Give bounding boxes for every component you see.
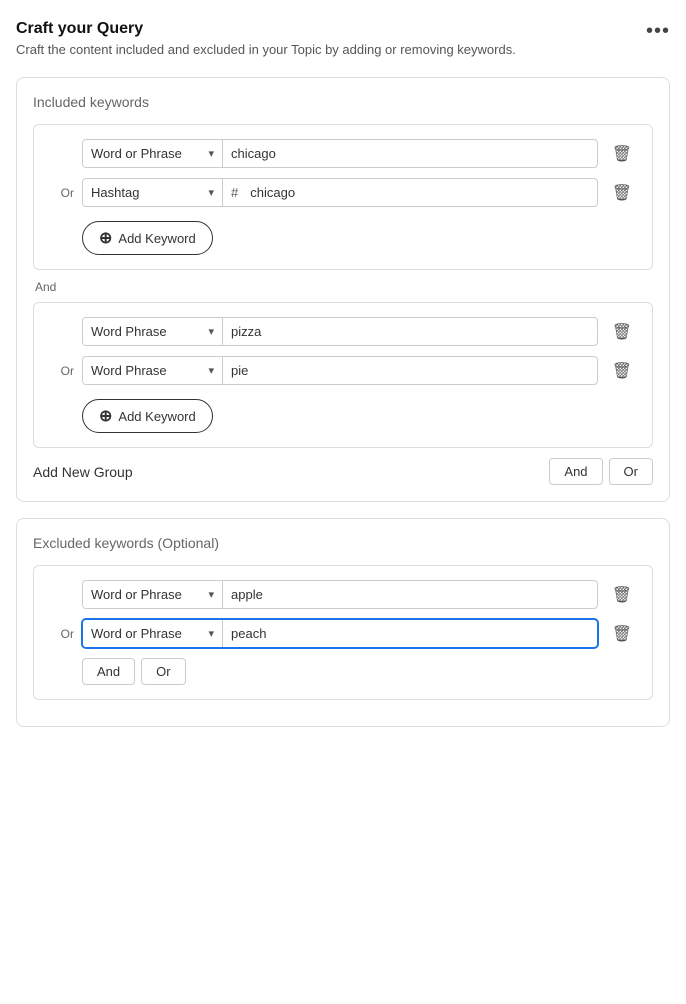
keyword-row: Word or Phrase ▾ 🗑 (48, 580, 638, 609)
delete-keyword-button[interactable]: 🗑 (606, 357, 638, 385)
chevron-down-icon: ▾ (200, 588, 214, 601)
add-new-group-label: Add New Group (33, 464, 133, 480)
keyword-group-1: Word or Phrase ▾ 🗑 Or Hashtag ▾ # (33, 124, 653, 270)
or-label: Or (48, 627, 74, 641)
excluded-keyword-group-1: Word or Phrase ▾ 🗑 Or Word or Phrase ▾ (33, 565, 653, 700)
add-keyword-label: Add Keyword (118, 231, 195, 246)
chevron-down-icon: ▾ (200, 325, 214, 338)
type-select-label: Hashtag (91, 185, 139, 200)
keyword-text-input[interactable] (223, 620, 597, 647)
keyword-group-2: Word Phrase ▾ 🗑 Or Word Phrase ▾ 🗑 (33, 302, 653, 448)
add-keyword-button[interactable]: ⊕ Add Keyword (82, 399, 213, 433)
included-keywords-section: Included keywords Word or Phrase ▾ 🗑 Or (16, 77, 670, 502)
optional-label: (Optional) (158, 535, 219, 551)
type-select-dropdown[interactable]: Hashtag ▾ (83, 179, 223, 206)
keyword-input-group: Word Phrase ▾ (82, 356, 598, 385)
type-select-label: Word or Phrase (91, 587, 182, 602)
keyword-row: Or Word or Phrase ▾ 🗑 (48, 619, 638, 648)
type-select-label: Word or Phrase (91, 146, 182, 161)
keyword-text-input[interactable] (223, 140, 597, 167)
excluded-and-or-buttons: And Or (82, 658, 638, 685)
more-options-icon[interactable]: ••• (646, 20, 670, 43)
add-keyword-button[interactable]: ⊕ Add Keyword (82, 221, 213, 255)
chevron-down-icon: ▾ (200, 186, 214, 199)
or-label: Or (48, 364, 74, 378)
keyword-text-input[interactable] (223, 581, 597, 608)
type-select-dropdown[interactable]: Word or Phrase ▾ (83, 620, 223, 647)
delete-keyword-button[interactable]: 🗑 (606, 581, 638, 609)
type-select-label: Word Phrase (91, 324, 167, 339)
included-keywords-label: Included keywords (33, 94, 653, 110)
type-select-label: Word or Phrase (91, 626, 182, 641)
keyword-text-input[interactable] (223, 318, 597, 345)
delete-keyword-button[interactable]: 🗑 (606, 140, 638, 168)
hashtag-prefix: # (223, 179, 242, 206)
delete-keyword-button[interactable]: 🗑 (606, 620, 638, 648)
type-select-label: Word Phrase (91, 363, 167, 378)
keyword-row: Or Word Phrase ▾ 🗑 (48, 356, 638, 385)
page-title: Craft your Query (16, 20, 516, 38)
type-select-dropdown[interactable]: Word or Phrase ▾ (83, 140, 223, 167)
keyword-input-group-focused: Word or Phrase ▾ (82, 619, 598, 648)
plus-circle-icon: ⊕ (99, 406, 112, 426)
excluded-keywords-section: Excluded keywords (Optional) Word or Phr… (16, 518, 670, 727)
excluded-and-button[interactable]: And (82, 658, 135, 685)
or-group-button[interactable]: Or (609, 458, 653, 485)
or-label: Or (48, 186, 74, 200)
excluded-or-button[interactable]: Or (141, 658, 185, 685)
keyword-text-input[interactable] (223, 357, 597, 384)
keyword-row: Word or Phrase ▾ 🗑 (48, 139, 638, 168)
chevron-down-icon: ▾ (200, 147, 214, 160)
keyword-input-group: Word or Phrase ▾ (82, 139, 598, 168)
delete-keyword-button[interactable]: 🗑 (606, 179, 638, 207)
add-new-group-row: Add New Group And Or (33, 458, 653, 485)
keyword-input-group: Word Phrase ▾ (82, 317, 598, 346)
page-header: Craft your Query Craft the content inclu… (16, 20, 670, 57)
page-subtitle: Craft the content included and excluded … (16, 42, 516, 57)
keyword-input-group: Hashtag ▾ # (82, 178, 598, 207)
add-keyword-label: Add Keyword (118, 409, 195, 424)
plus-circle-icon: ⊕ (99, 228, 112, 248)
chevron-down-icon: ▾ (200, 364, 214, 377)
type-select-dropdown[interactable]: Word or Phrase ▾ (83, 581, 223, 608)
keyword-row: Or Hashtag ▾ # 🗑 (48, 178, 638, 207)
keyword-text-input[interactable] (242, 179, 596, 206)
keyword-input-group: Word or Phrase ▾ (82, 580, 598, 609)
excluded-keywords-label: Excluded keywords (Optional) (33, 535, 653, 551)
type-select-dropdown[interactable]: Word Phrase ▾ (83, 357, 223, 384)
delete-keyword-button[interactable]: 🗑 (606, 318, 638, 346)
chevron-down-icon: ▾ (200, 627, 214, 640)
and-group-button[interactable]: And (549, 458, 602, 485)
type-select-dropdown[interactable]: Word Phrase ▾ (83, 318, 223, 345)
header-text: Craft your Query Craft the content inclu… (16, 20, 516, 57)
and-or-buttons: And Or (549, 458, 653, 485)
and-connector-label: And (33, 280, 653, 294)
keyword-row: Word Phrase ▾ 🗑 (48, 317, 638, 346)
page-container: Craft your Query Craft the content inclu… (0, 0, 686, 1004)
